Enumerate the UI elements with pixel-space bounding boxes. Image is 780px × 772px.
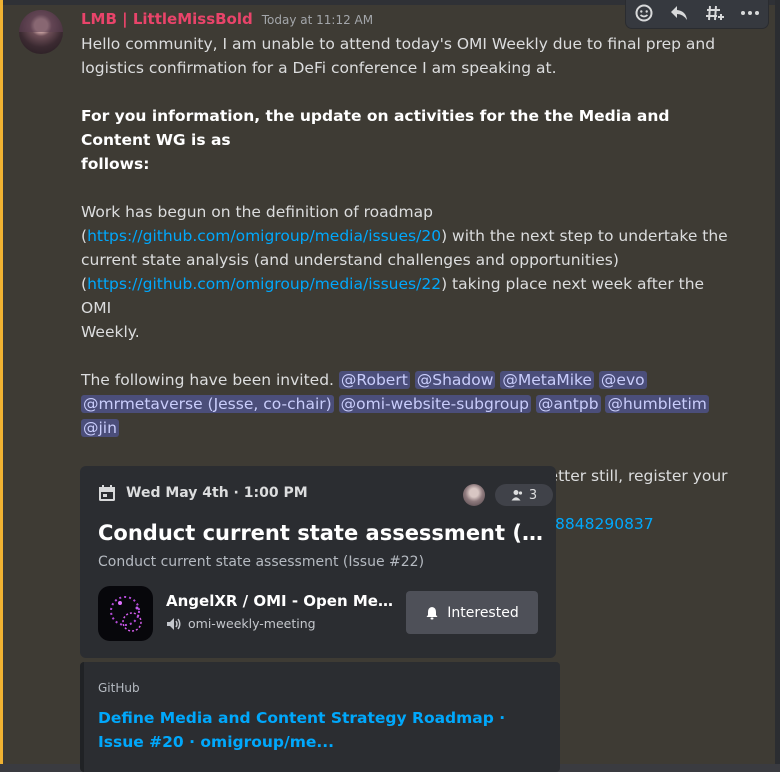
update-heading-line-1: For you information, the update on activ… [81,107,670,149]
update-heading-line-2: follows: [81,155,150,173]
interested-button-label: Interested [447,604,519,621]
guild-icon [98,586,153,641]
work-line-1: Work has begun on the definition of road… [81,203,433,221]
calendar-icon [99,485,115,501]
avatar[interactable] [19,10,63,54]
invited-line-2: @mrmetaverse (Jesse, co-chair) @omi-webs… [81,392,731,440]
scrollbar-track[interactable] [775,0,780,764]
mention-shadow[interactable]: @Shadow [414,371,496,389]
mention-robert[interactable]: @Robert [338,371,410,389]
mention-mrmetaverse[interactable]: @mrmetaverse (Jesse, co-chair) [81,395,334,413]
embed-title-link[interactable]: Define Media and Content Strategy Roadma… [98,706,538,754]
mention-evo[interactable]: @evo [598,371,647,389]
message-toolbar [626,0,768,28]
message-container: LMB | LittleMissBold Today at 11:12 AM H… [0,0,780,772]
mention-jin[interactable]: @jin [81,419,119,437]
issue-20-link[interactable]: https://github.com/omigroup/media/issues… [87,227,441,245]
issue-22-link[interactable]: https://github.com/omigroup/media/issues… [87,275,441,293]
event-title[interactable]: Conduct current state assessment (Issue … [98,518,544,548]
intro-line-1: Hello community, I am unable to attend t… [81,35,716,53]
reply-icon[interactable] [667,3,691,23]
message-header: LMB | LittleMissBold Today at 11:12 AM [81,10,373,32]
work-line-5: Weekly. [81,323,140,341]
event-description: Conduct current state assessment (Issue … [98,554,425,570]
mention-highlight-bar [0,0,3,764]
embed-provider[interactable]: GitHub [98,681,140,695]
voice-channel-icon [167,617,181,630]
github-embed: GitHub Define Media and Content Strategy… [80,662,560,772]
mention-omi-website-subgroup[interactable]: @omi-website-subgroup [338,395,532,413]
people-icon [511,490,522,501]
event-channel: omi-weekly-meeting [166,616,316,631]
add-reaction-icon[interactable] [632,3,656,23]
event-date-row: Wed May 4th · 1:00 PM [98,484,308,502]
work-line-4: (https://github.com/omigroup/media/issue… [81,275,705,317]
timestamp[interactable]: Today at 11:12 AM [262,13,373,27]
event-date: Wed May 4th · 1:00 PM [126,485,308,501]
interested-button[interactable]: Interested [406,591,538,634]
mention-humbletim[interactable]: @humbletim [605,395,709,413]
create-thread-icon[interactable] [703,3,727,23]
interested-count-badge[interactable]: 3 [495,484,553,506]
username[interactable]: LMB | LittleMissBold [81,10,253,28]
mention-metamike[interactable]: @MetaMike [500,371,594,389]
work-line-2: (https://github.com/omigroup/media/issue… [81,227,728,245]
invited-line-1: The following have been invited. @Robert… [81,371,647,389]
guild-name: AngelXR / OMI - Open Metaverse Interoper… [166,592,398,610]
mention-antpb[interactable]: @antpb [535,395,601,413]
intro-line-2: logistics confirmation for a DeFi confer… [81,59,557,77]
interested-count: 3 [528,487,538,503]
event-card[interactable]: Wed May 4th · 1:00 PM 3 Conduct current … [80,466,556,658]
more-icon[interactable] [738,3,762,23]
bell-icon [426,606,438,619]
attendee-avatar[interactable] [463,484,485,506]
message-content: Hello community, I am unable to attend t… [81,32,731,536]
work-line-3: current state analysis (and understand c… [81,251,619,269]
event-channel-name: omi-weekly-meeting [188,616,316,631]
